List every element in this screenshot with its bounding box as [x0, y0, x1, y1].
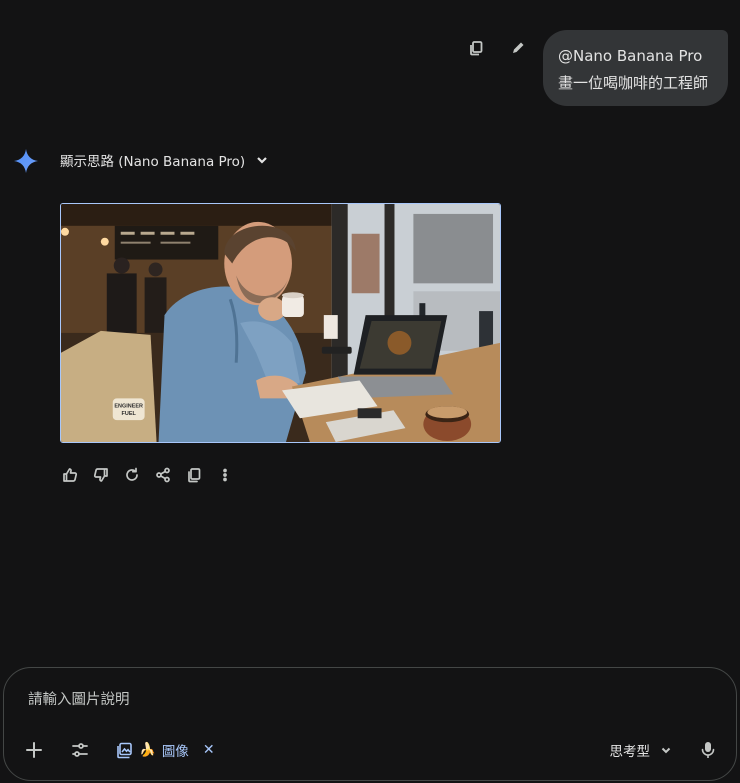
generated-image[interactable]: ENGINEER FUEL	[60, 203, 501, 443]
image-gallery-icon	[117, 742, 132, 758]
composer-toolbar: 🍌 圖像 ✕ 思考型	[22, 738, 718, 762]
prompt-composer: 🍌 圖像 ✕ 思考型	[3, 667, 737, 781]
good-response-button[interactable]	[60, 465, 79, 484]
tools-button[interactable]	[68, 738, 92, 762]
svg-text:ENGINEER: ENGINEER	[114, 403, 143, 409]
gemini-sparkle-icon	[14, 149, 38, 173]
tune-icon	[72, 743, 88, 757]
chat-page: @Nano Banana Pro 畫一位喝咖啡的工程師 顯示思路 (Nano B…	[0, 0, 740, 783]
show-thinking-label: 顯示思路 (Nano Banana Pro)	[60, 154, 246, 170]
model-mode-selector[interactable]: 思考型	[610, 740, 673, 760]
plus-icon	[26, 742, 42, 758]
regenerate-button[interactable]	[122, 465, 141, 484]
copy-icon	[470, 41, 483, 56]
edit-prompt-button[interactable]	[506, 36, 530, 60]
add-attachment-button[interactable]	[22, 738, 46, 762]
pencil-icon	[513, 42, 524, 53]
user-message-line-mention: @Nano Banana Pro	[558, 47, 703, 65]
copy-response-button[interactable]	[184, 465, 203, 484]
chevron-down-icon	[257, 157, 267, 164]
generated-image-illustration: ENGINEER FUEL	[61, 204, 500, 442]
share-button[interactable]	[153, 465, 172, 484]
model-mode-label: 思考型	[609, 744, 651, 760]
user-message-line-prompt: 畫一位喝咖啡的工程師	[558, 74, 709, 92]
bad-response-button[interactable]	[91, 465, 110, 484]
more-options-button[interactable]	[215, 465, 234, 484]
regenerate-icon	[125, 467, 138, 481]
chevron-down-icon	[661, 747, 671, 754]
user-message-tools	[464, 36, 530, 60]
prompt-input[interactable]	[26, 688, 670, 712]
copy-prompt-button[interactable]	[464, 36, 488, 60]
image-tool-chip[interactable]: 🍌 圖像	[116, 740, 189, 760]
more-vert-icon	[222, 468, 227, 481]
user-message-bubble: @Nano Banana Pro 畫一位喝咖啡的工程師	[543, 30, 728, 106]
banana-emoji: 🍌	[139, 742, 156, 758]
remove-chip-button[interactable]: ✕	[203, 742, 215, 758]
response-actions	[60, 465, 234, 484]
image-chip-label: 圖像	[161, 744, 189, 760]
svg-text:FUEL: FUEL	[122, 411, 137, 417]
share-icon	[155, 467, 170, 482]
thumbs-down-icon	[93, 467, 108, 482]
microphone-button[interactable]	[698, 740, 718, 760]
thumbs-up-icon	[62, 467, 77, 482]
show-thinking-toggle[interactable]: 顯示思路 (Nano Banana Pro)	[60, 150, 269, 170]
microphone-icon	[701, 742, 715, 758]
copy-icon	[187, 467, 200, 482]
